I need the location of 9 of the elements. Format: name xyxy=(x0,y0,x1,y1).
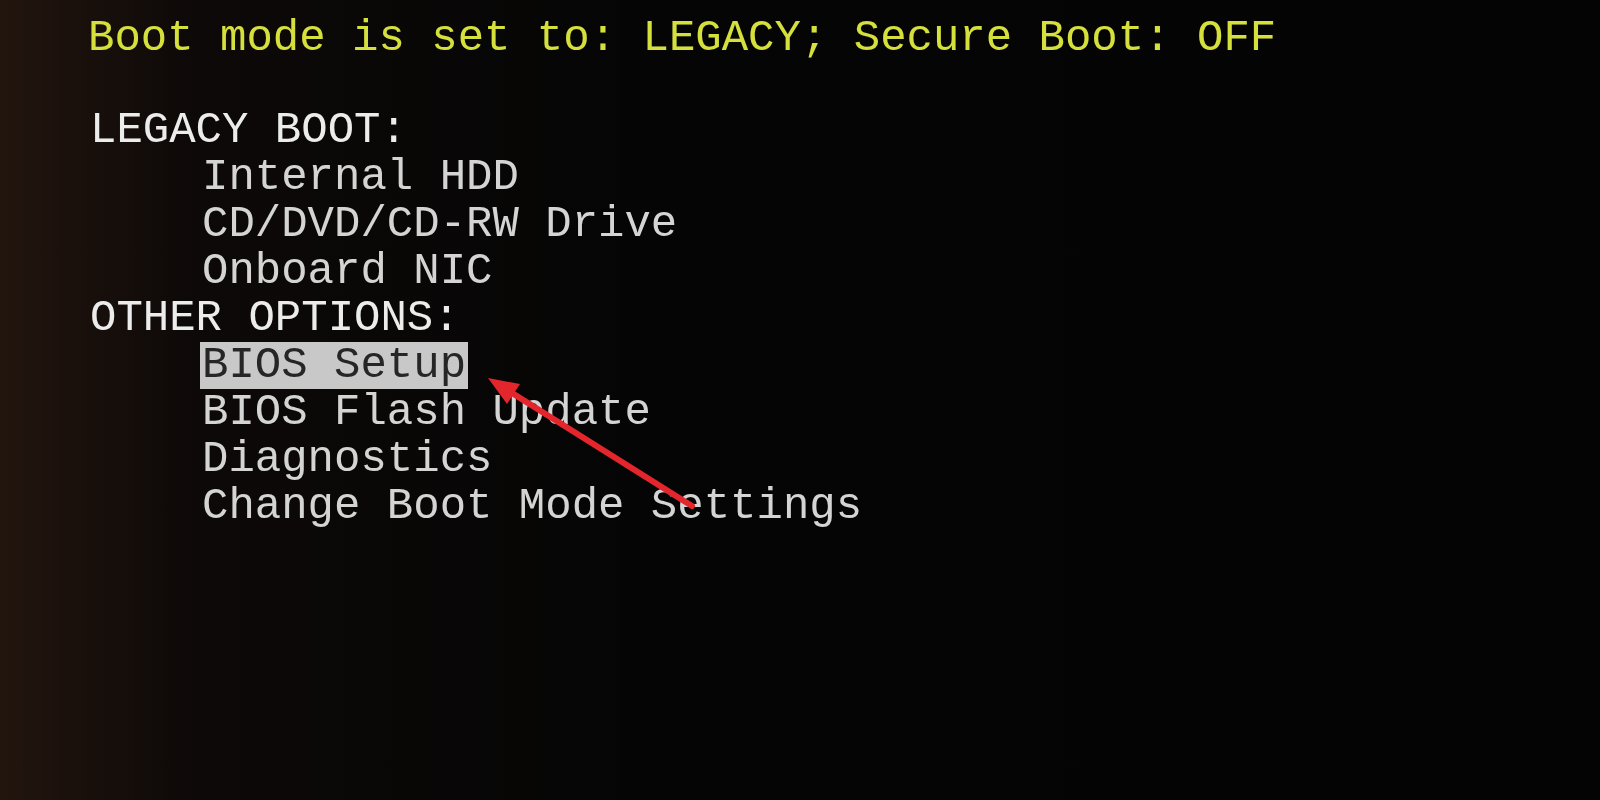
boot-menu-item[interactable]: Internal HDD xyxy=(200,154,521,201)
boot-menu-item[interactable]: Onboard NIC xyxy=(200,248,495,295)
boot-mode-status: Boot mode is set to: LEGACY; Secure Boot: OFF xyxy=(88,15,1277,62)
boot-menu-item[interactable]: Diagnostics xyxy=(200,436,495,483)
section-heading: LEGACY BOOT: xyxy=(89,107,407,154)
boot-menu-item[interactable]: Change Boot Mode Settings xyxy=(200,483,865,530)
section-heading: OTHER OPTIONS: xyxy=(89,295,460,342)
boot-menu-item[interactable]: BIOS Setup xyxy=(200,342,469,389)
boot-menu-item[interactable]: CD/DVD/CD-RW Drive xyxy=(200,201,680,248)
